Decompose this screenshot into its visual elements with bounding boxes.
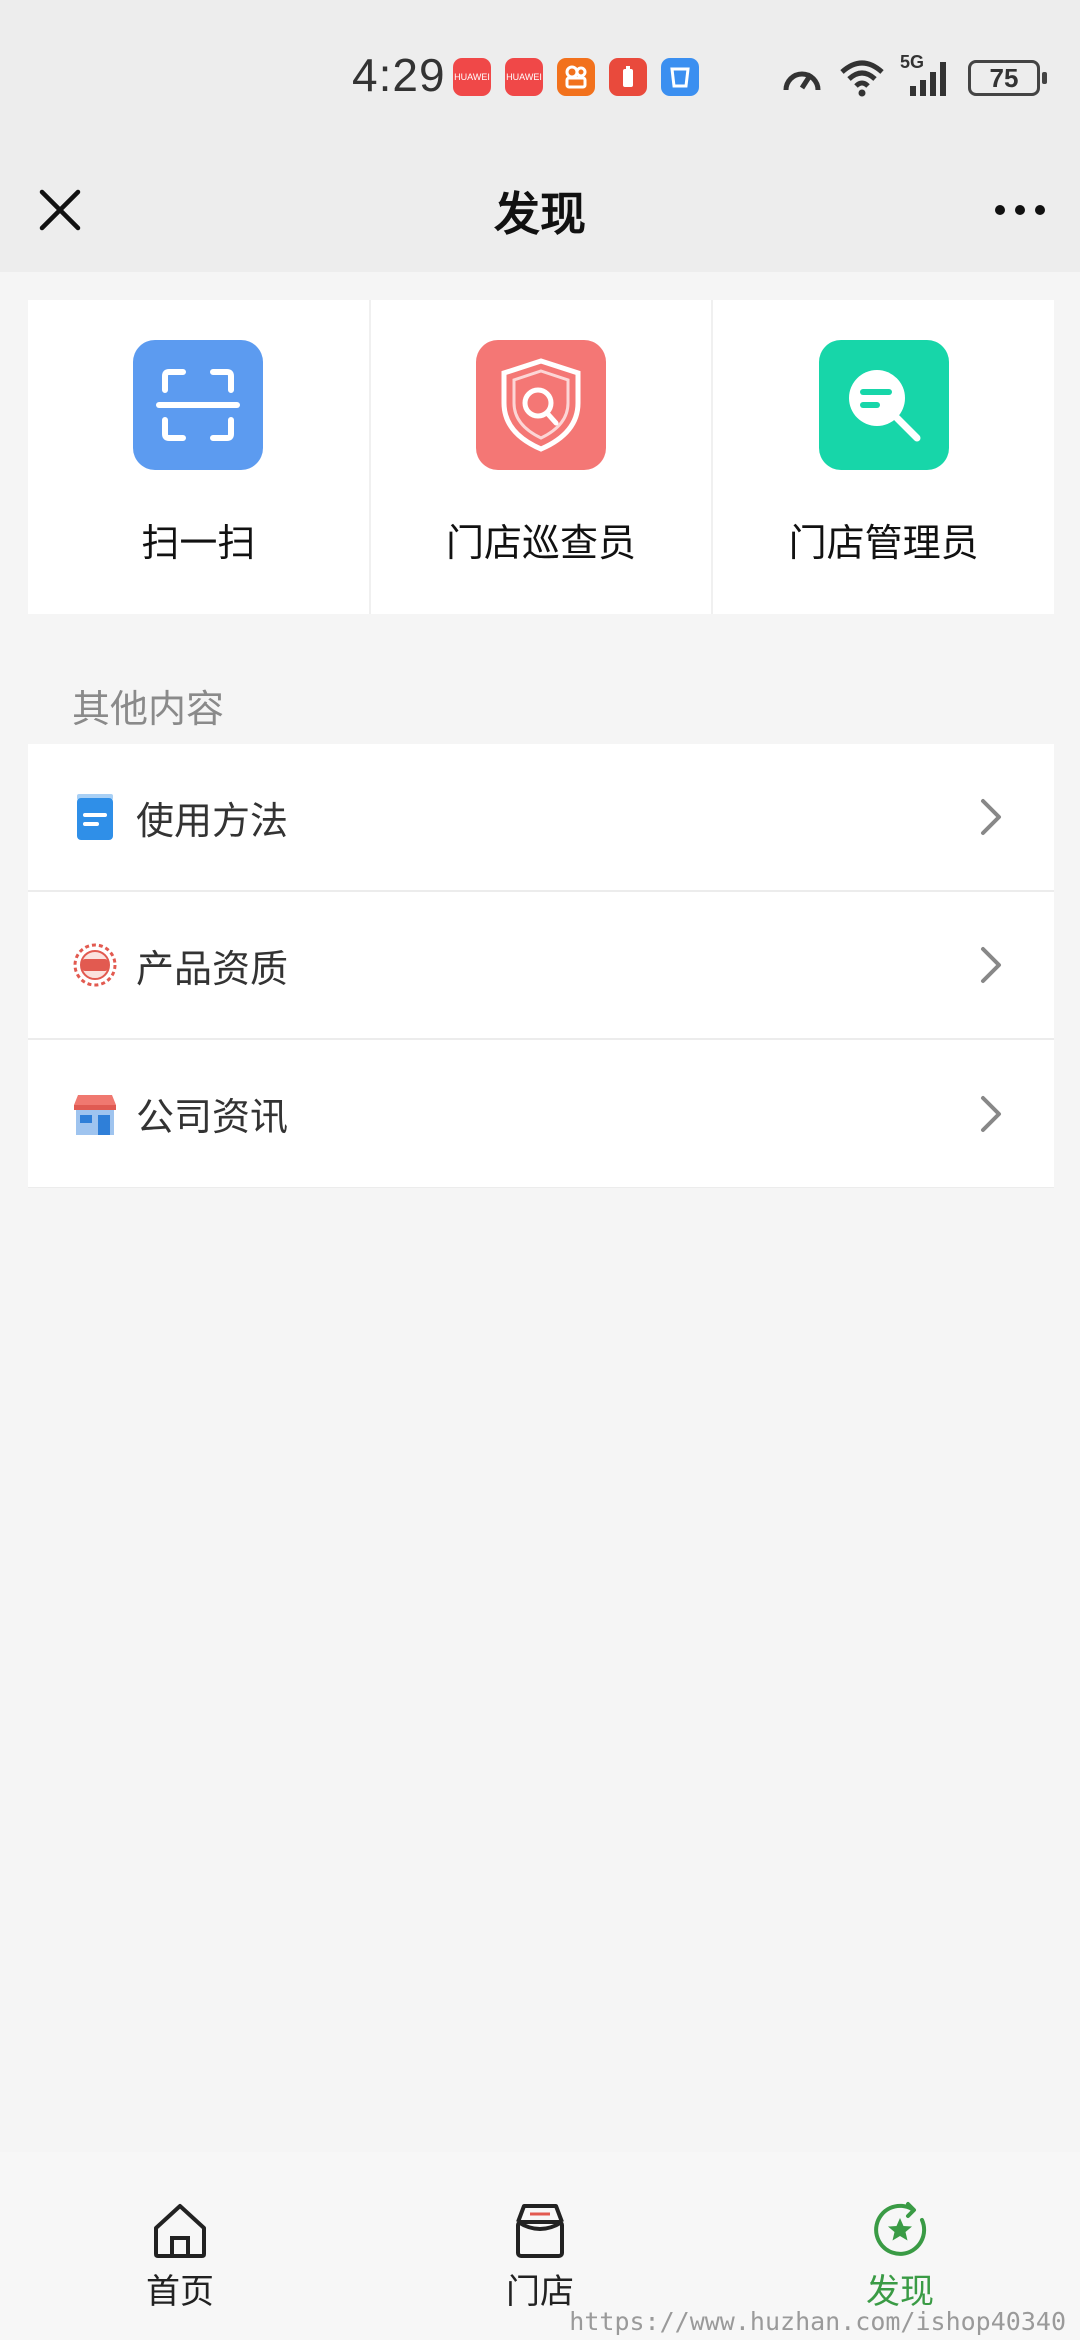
chevron-right-icon xyxy=(981,1095,1001,1132)
more-icon[interactable] xyxy=(990,190,1050,230)
list-item-label: 产品资质 xyxy=(136,946,289,991)
status-time: 4:29 xyxy=(352,49,446,101)
signal-indicator: 5G xyxy=(900,52,954,98)
chevron-right-icon xyxy=(981,799,1001,835)
shield-search-icon xyxy=(476,340,606,470)
page-title: 发现 xyxy=(494,187,586,241)
shop-icon xyxy=(516,2204,564,2258)
quick-action-scan[interactable]: 扫一扫 xyxy=(28,300,371,614)
cup-app-icon xyxy=(661,58,699,96)
tab-home[interactable]: 首页 xyxy=(0,2152,360,2340)
quick-actions-grid: 扫一扫 门店巡查员 门店管理员 xyxy=(28,300,1055,614)
chevron-right-icon xyxy=(981,947,1001,983)
huawei-app-icon: HUAWEI xyxy=(453,58,491,96)
signal-icon xyxy=(910,62,946,96)
huawei-app-icon: HUAWEI xyxy=(505,58,543,96)
list-item-label: 公司资讯 xyxy=(136,1095,289,1139)
status-indicators: 5G 75 xyxy=(780,52,1047,100)
store-icon xyxy=(72,1091,118,1137)
home-icon xyxy=(154,2204,206,2258)
list-item-qualification[interactable]: 产品资质 xyxy=(28,892,1054,1040)
search-list-icon xyxy=(818,340,949,470)
speed-icon xyxy=(783,71,821,91)
watermark-text: https://www.huzhan.com/ishop40340 xyxy=(569,2307,1066,2336)
quick-action-manager[interactable]: 门店管理员 xyxy=(713,300,1055,614)
battery-app-icon xyxy=(609,58,647,96)
list-item-usage[interactable]: 使用方法 xyxy=(28,744,1054,892)
seal-icon xyxy=(72,942,118,988)
list-item-label: 使用方法 xyxy=(136,798,289,843)
quick-action-label: 扫一扫 xyxy=(141,521,256,565)
document-icon xyxy=(72,794,118,840)
video-app-icon xyxy=(557,58,595,96)
quick-action-label: 门店管理员 xyxy=(788,521,979,565)
quick-action-label: 门店巡查员 xyxy=(446,521,637,565)
wifi-icon xyxy=(840,60,884,97)
scan-icon xyxy=(133,340,264,470)
discover-icon xyxy=(874,2202,927,2256)
tab-label: 首页 xyxy=(146,2272,214,2312)
tab-label: 发现 xyxy=(866,2272,934,2312)
battery-indicator: 75 xyxy=(968,60,1047,96)
tab-label: 门店 xyxy=(506,2272,574,2312)
section-title: 其他内容 xyxy=(72,687,225,731)
nav-bar: 发现 xyxy=(0,150,1080,272)
other-content-list: 使用方法 产品资质 公司资讯 xyxy=(28,744,1054,1188)
list-item-news[interactable]: 公司资讯 xyxy=(28,1040,1054,1188)
quick-action-inspector[interactable]: 门店巡查员 xyxy=(370,300,714,614)
status-bar: 4:29 HUAWEI HUAWEI 5G 75 xyxy=(0,0,1080,150)
